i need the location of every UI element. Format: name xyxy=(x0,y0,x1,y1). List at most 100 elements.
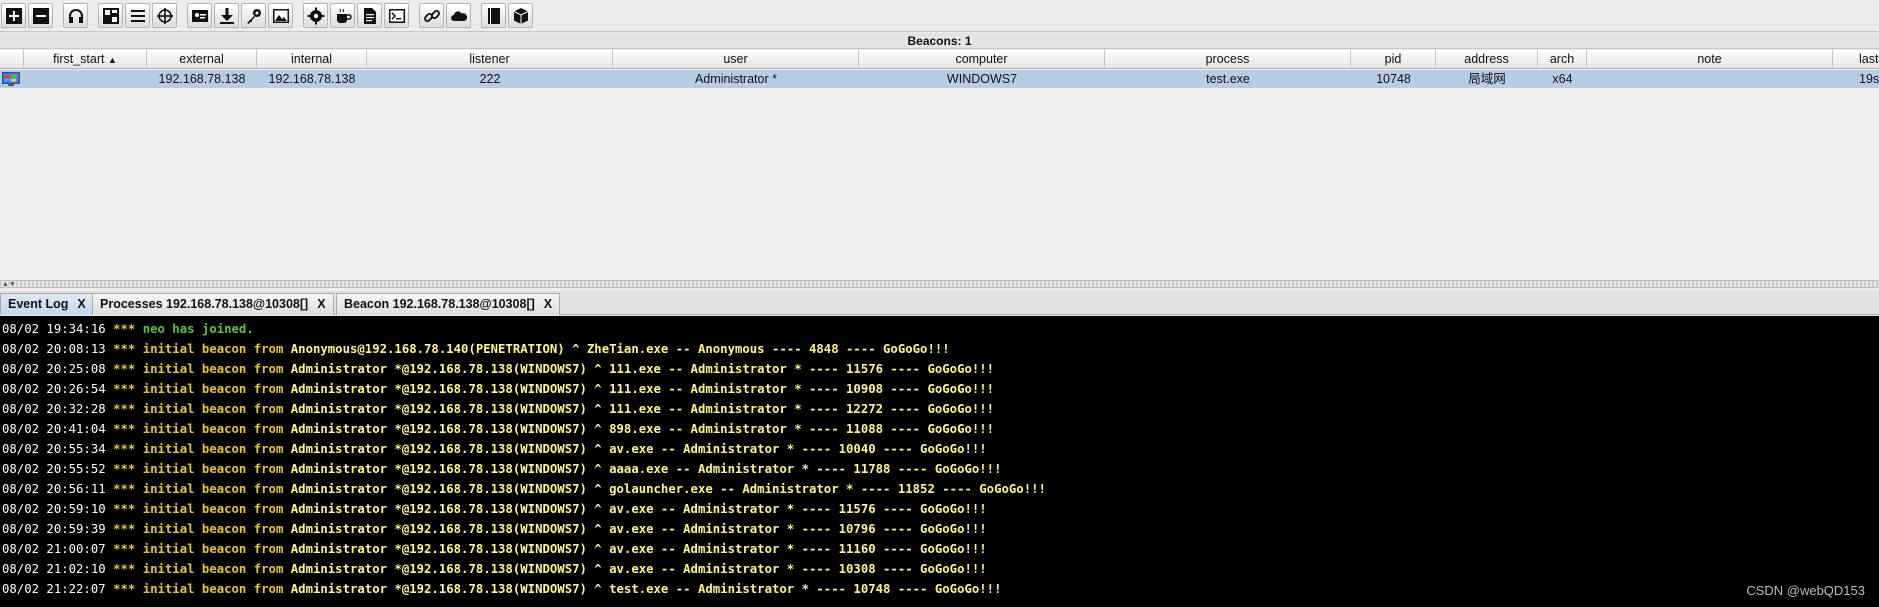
column-header-note[interactable]: note xyxy=(1587,50,1833,69)
settings-button[interactable] xyxy=(303,3,328,28)
log-line: 08/02 20:26:54 *** initial beacon from A… xyxy=(0,379,1879,399)
column-header-last[interactable]: last xyxy=(1833,50,1879,69)
log-detail: Anonymous@192.168.78.140(PENETRATION) ^ … xyxy=(290,342,950,356)
console-button[interactable] xyxy=(384,3,409,28)
column-header-user[interactable]: user xyxy=(613,50,859,69)
column-header-process[interactable]: process xyxy=(1105,50,1351,69)
target-crosshair-icon xyxy=(156,7,173,24)
log-detail: Administrator *@192.168.78.138(WINDOWS7)… xyxy=(290,562,987,576)
splitter-arrows-icon[interactable]: ▲▼ xyxy=(2,281,16,289)
log-timestamp: 08/02 20:59:39 xyxy=(2,522,106,536)
column-header-external[interactable]: external xyxy=(147,50,257,69)
log-message: initial beacon from xyxy=(142,562,284,576)
add-button[interactable] xyxy=(1,3,26,28)
log-line: 08/02 20:56:11 *** initial beacon from A… xyxy=(0,479,1879,499)
log-timestamp: 08/02 21:22:07 xyxy=(2,582,106,596)
downloads-button[interactable] xyxy=(214,3,239,28)
headphones-icon xyxy=(68,8,83,23)
tab-close-icon[interactable]: X xyxy=(544,297,552,311)
pane-splitter[interactable]: ▲▼ xyxy=(0,280,1879,288)
remove-icon xyxy=(32,7,49,24)
log-timestamp: 08/02 20:08:13 xyxy=(2,342,106,356)
log-timestamp: 08/02 20:55:34 xyxy=(2,442,106,456)
log-stars: *** xyxy=(113,422,136,436)
cell-pid: 10748 xyxy=(1376,72,1411,86)
credentials-icon xyxy=(191,9,208,22)
log-timestamp: 08/02 19:34:16 xyxy=(2,322,106,336)
log-timestamp: 08/02 21:02:10 xyxy=(2,562,106,576)
headphones-button[interactable] xyxy=(63,3,88,28)
column-header-icon[interactable] xyxy=(0,50,24,69)
tab-bar: Event Log X Processes 192.168.78.138@1030… xyxy=(0,291,1879,315)
pivot-graph-icon xyxy=(102,7,119,24)
log-timestamp: 08/02 20:59:10 xyxy=(2,502,106,516)
log-stars: *** xyxy=(113,402,136,416)
log-line: 08/02 20:08:13 *** initial beacon from A… xyxy=(0,339,1879,359)
log-message: initial beacon from xyxy=(142,582,284,596)
toolbar xyxy=(0,0,1879,32)
cell-note xyxy=(1587,70,1833,88)
log-detail: Administrator *@192.168.78.138(WINDOWS7)… xyxy=(290,582,1002,596)
column-header-computer[interactable]: computer xyxy=(859,50,1105,69)
log-stars: *** xyxy=(113,582,136,596)
beacons-title: Beacons: 1 xyxy=(0,33,1879,49)
key-icon xyxy=(246,8,261,24)
tab-close-icon[interactable]: X xyxy=(77,297,85,311)
log-line: 08/02 21:02:10 *** initial beacon from A… xyxy=(0,559,1879,579)
tab-processes[interactable]: Processes 192.168.78.138@10308[] X xyxy=(92,293,334,315)
session-list-button[interactable] xyxy=(125,3,150,28)
package-icon xyxy=(513,7,528,24)
column-header-listener[interactable]: listener xyxy=(367,50,613,69)
log-message: initial beacon from xyxy=(142,502,284,516)
session-list-icon xyxy=(130,9,145,22)
remove-button[interactable] xyxy=(28,3,53,28)
log-detail: Administrator *@192.168.78.138(WINDOWS7)… xyxy=(290,362,995,376)
column-header-internal[interactable]: internal xyxy=(257,50,367,69)
log-line: 08/02 20:32:28 *** initial beacon from A… xyxy=(0,399,1879,419)
column-header-first-start[interactable]: first_start ▲ xyxy=(24,50,147,69)
screenshots-button[interactable] xyxy=(268,3,293,28)
tab-event-log[interactable]: Event Log X xyxy=(0,293,94,315)
log-detail: Administrator *@192.168.78.138(WINDOWS7)… xyxy=(290,482,1046,496)
tab-beacon[interactable]: Beacon 192.168.78.138@10308[] X xyxy=(336,293,561,315)
image-icon xyxy=(272,8,289,23)
log-message: initial beacon from xyxy=(142,402,284,416)
document-icon xyxy=(363,7,376,24)
log-message: initial beacon from xyxy=(142,522,284,536)
terminal-icon xyxy=(388,8,405,23)
table-row[interactable]: 192.168.78.138 192.168.78.138 222 Admini… xyxy=(0,70,1879,88)
credentials-button[interactable] xyxy=(187,3,212,28)
log-timestamp: 08/02 20:56:11 xyxy=(2,482,106,496)
cell-listener: 222 xyxy=(479,72,501,86)
pivot-graph-button[interactable] xyxy=(98,3,123,28)
cloud-button[interactable] xyxy=(446,3,471,28)
cell-process: test.exe xyxy=(1206,72,1250,86)
cloud-icon xyxy=(450,10,467,21)
tab-close-icon[interactable]: X xyxy=(317,297,325,311)
cell-external: 192.168.78.138 xyxy=(158,72,246,86)
windows-beacon-icon xyxy=(2,72,20,86)
log-stars: *** xyxy=(113,482,136,496)
link-icon xyxy=(423,9,440,22)
column-header-address[interactable]: address xyxy=(1436,50,1538,69)
notes-button[interactable] xyxy=(357,3,382,28)
event-log-console[interactable]: 08/02 19:34:16 *** neo has joined. 08/02 … xyxy=(0,316,1879,607)
keystrokes-button[interactable] xyxy=(241,3,266,28)
manual-button[interactable] xyxy=(481,3,506,28)
log-stars: *** xyxy=(113,342,136,356)
cell-internal: 192.168.78.138 xyxy=(268,72,356,86)
targets-button[interactable] xyxy=(152,3,177,28)
beacons-table: first_start ▲ external internal listener… xyxy=(0,50,1879,280)
log-detail: Administrator *@192.168.78.138(WINDOWS7)… xyxy=(290,542,987,556)
column-header-arch[interactable]: arch xyxy=(1538,50,1587,69)
java-button[interactable] xyxy=(330,3,355,28)
link-button[interactable] xyxy=(419,3,444,28)
log-timestamp: 08/02 21:00:07 xyxy=(2,542,106,556)
log-stars: *** xyxy=(113,362,136,376)
log-message: initial beacon from xyxy=(142,342,284,356)
log-line: 08/02 20:55:52 *** initial beacon from A… xyxy=(0,459,1879,479)
column-header-pid[interactable]: pid xyxy=(1351,50,1436,69)
log-message: initial beacon from xyxy=(142,422,284,436)
coffee-cup-icon xyxy=(336,8,352,23)
package-button[interactable] xyxy=(508,3,533,28)
